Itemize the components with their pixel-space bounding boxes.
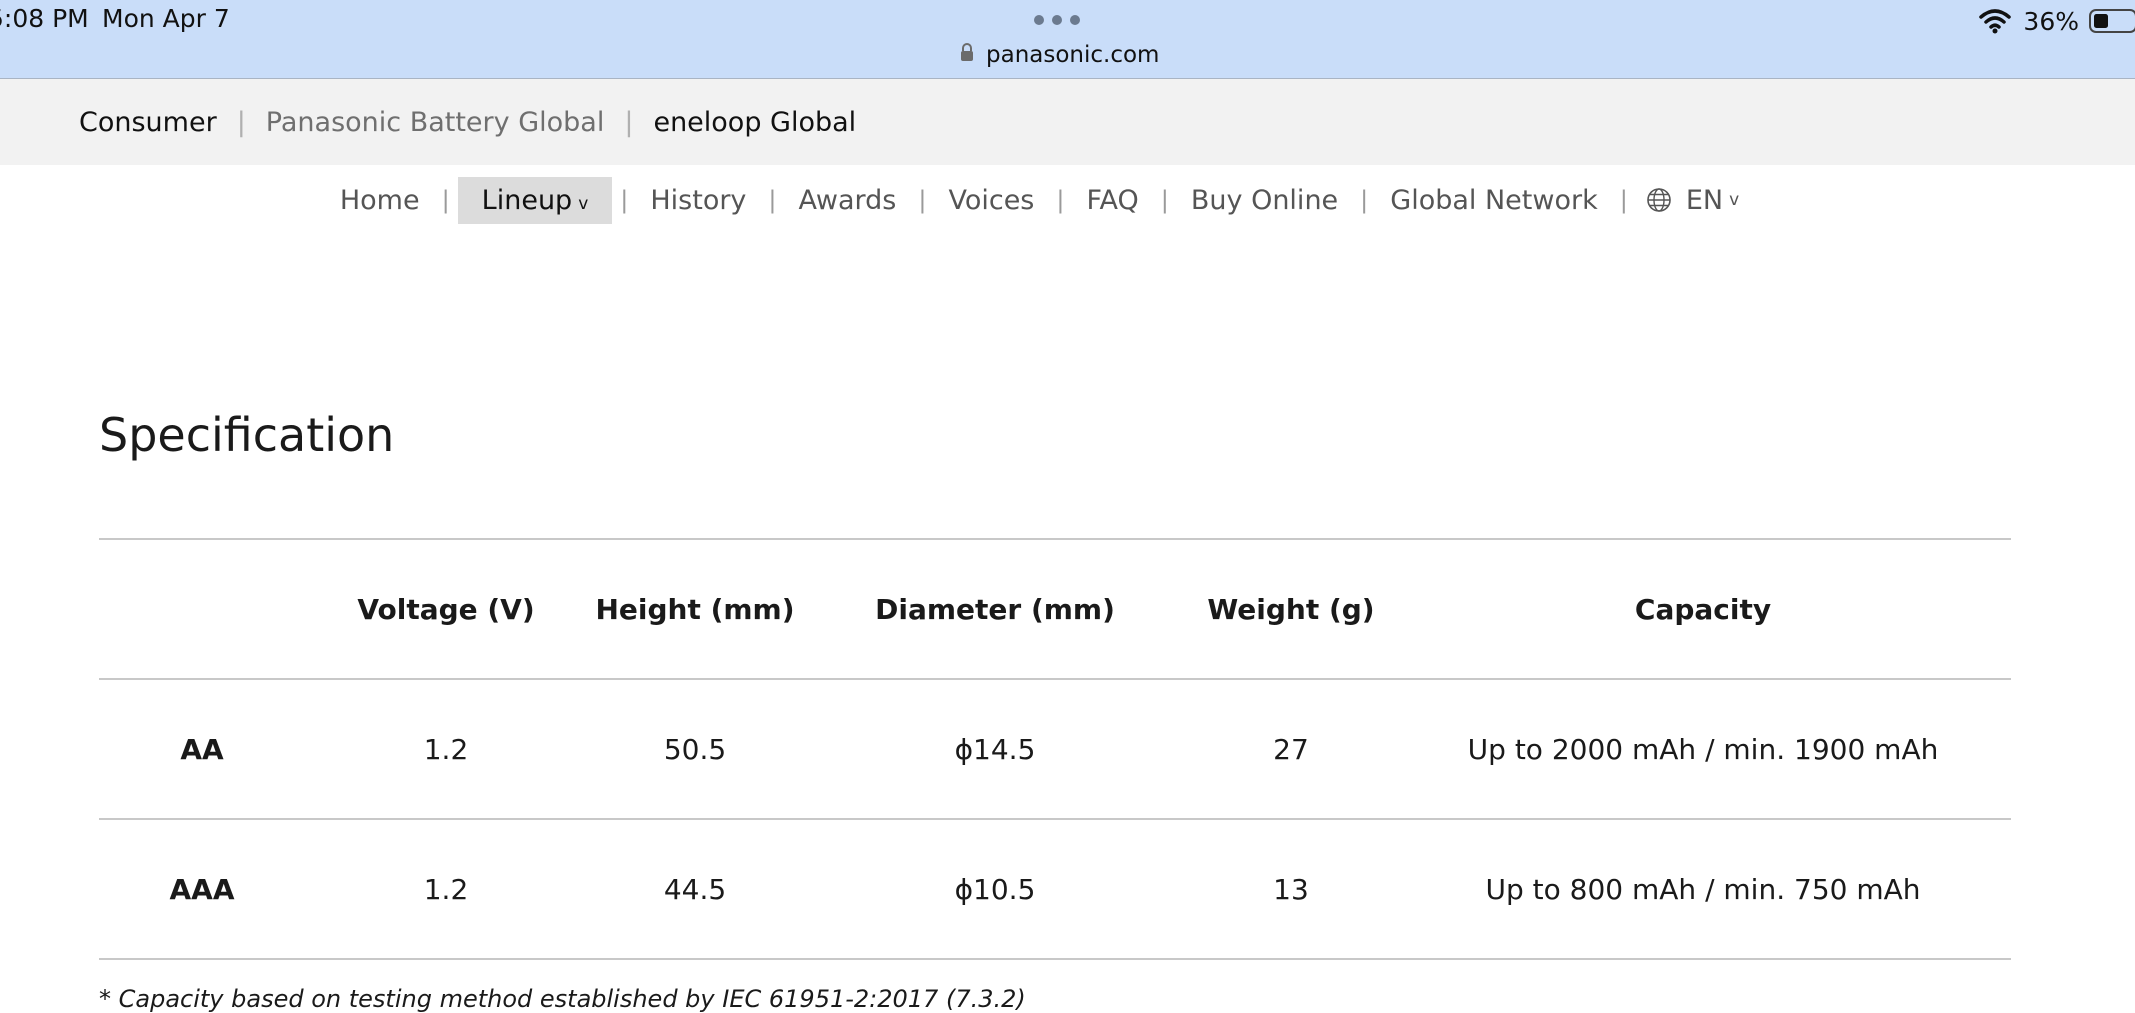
page-title: Specification xyxy=(99,408,395,462)
table-cell: 1.2 xyxy=(423,872,469,906)
table-cell: 27 xyxy=(1273,732,1309,766)
topbar-link-panasonic-battery-global[interactable]: Panasonic Battery Global xyxy=(266,107,605,138)
table-row: AAA 1.2 44.5 ϕ10.5 13 Up to 800 mAh / mi… xyxy=(99,819,2011,959)
table-cell-size: AA xyxy=(180,732,224,766)
nav-separator: | xyxy=(1619,186,1628,214)
table-cell: 44.5 xyxy=(663,872,727,906)
table-cell: ϕ14.5 xyxy=(954,732,1036,766)
column-header: Weight (g) xyxy=(1207,592,1375,626)
language-selector[interactable]: EN v xyxy=(1636,179,1749,222)
table-cell: Up to 2000 mAh / min. 1900 mAh xyxy=(1467,732,1939,766)
wifi-icon xyxy=(1979,9,2012,34)
battery-percent: 36% xyxy=(2023,6,2079,36)
global-topbar: Consumer | Panasonic Battery Global | en… xyxy=(0,79,2135,165)
nav-item-buy-online[interactable]: Buy Online xyxy=(1177,179,1352,222)
table-cell: ϕ10.5 xyxy=(954,872,1036,906)
column-header: Diameter (mm) xyxy=(875,592,1115,626)
topbar-link-consumer[interactable]: Consumer xyxy=(79,107,217,138)
column-header xyxy=(99,539,305,679)
column-header: Capacity xyxy=(1634,592,1772,626)
column-header: Height (mm) xyxy=(595,592,795,626)
table-header-row: Voltage (V) Height (mm) Diameter (mm) We… xyxy=(99,539,2011,679)
nav-separator: | xyxy=(620,186,629,214)
status-date: Mon Apr 7 xyxy=(102,4,230,33)
topbar-separator: | xyxy=(236,106,246,138)
nav-separator: | xyxy=(1160,186,1169,214)
nav-separator: | xyxy=(768,186,777,214)
globe-icon xyxy=(1647,188,1671,212)
nav-item-awards[interactable]: Awards xyxy=(785,179,911,222)
nav-separator: | xyxy=(441,186,450,214)
table-cell: 13 xyxy=(1273,872,1309,906)
footnote: * Capacity based on testing method estab… xyxy=(99,985,1026,1013)
column-header: Voltage (V) xyxy=(357,592,535,626)
table-cell: 50.5 xyxy=(663,732,727,766)
nav-item-lineup-label: Lineup xyxy=(481,184,573,216)
language-label: EN xyxy=(1685,184,1724,216)
status-time: 5:08 PM xyxy=(0,4,89,33)
nav-item-history[interactable]: History xyxy=(636,179,760,222)
table-cell-size: AAA xyxy=(169,872,235,906)
address-bar[interactable]: panasonic.com xyxy=(960,40,1159,70)
nav-item-voices[interactable]: Voices xyxy=(934,179,1048,222)
topbar-separator: | xyxy=(624,106,634,138)
nav-separator: | xyxy=(1056,186,1065,214)
nav-separator: | xyxy=(1360,186,1369,214)
table-cell: Up to 800 mAh / min. 750 mAh xyxy=(1485,872,1921,906)
main-nav: Home | Lineup v | History | Awards | Voic… xyxy=(0,165,2135,235)
lock-icon xyxy=(960,42,978,68)
more-options-icon[interactable] xyxy=(1034,15,1080,25)
chevron-down-icon: v xyxy=(578,193,589,214)
topbar-link-eneloop-global[interactable]: eneloop Global xyxy=(653,107,856,138)
nav-separator: | xyxy=(918,186,927,214)
table-cell: 1.2 xyxy=(423,732,469,766)
browser-status-bar: 5:08 PM Mon Apr 7 panasonic.com 36% xyxy=(0,0,2135,79)
nav-item-home[interactable]: Home xyxy=(326,179,434,222)
specification-table: Voltage (V) Height (mm) Diameter (mm) We… xyxy=(99,538,2011,960)
nav-item-faq[interactable]: FAQ xyxy=(1072,179,1152,222)
table-row: AA 1.2 50.5 ϕ14.5 27 Up to 2000 mAh / mi… xyxy=(99,679,2011,819)
nav-item-lineup[interactable]: Lineup v xyxy=(457,176,613,224)
battery-icon xyxy=(2089,9,2135,33)
url-text: panasonic.com xyxy=(986,42,1160,68)
nav-item-global-network[interactable]: Global Network xyxy=(1376,179,1611,222)
chevron-down-icon: v xyxy=(1729,190,1740,210)
